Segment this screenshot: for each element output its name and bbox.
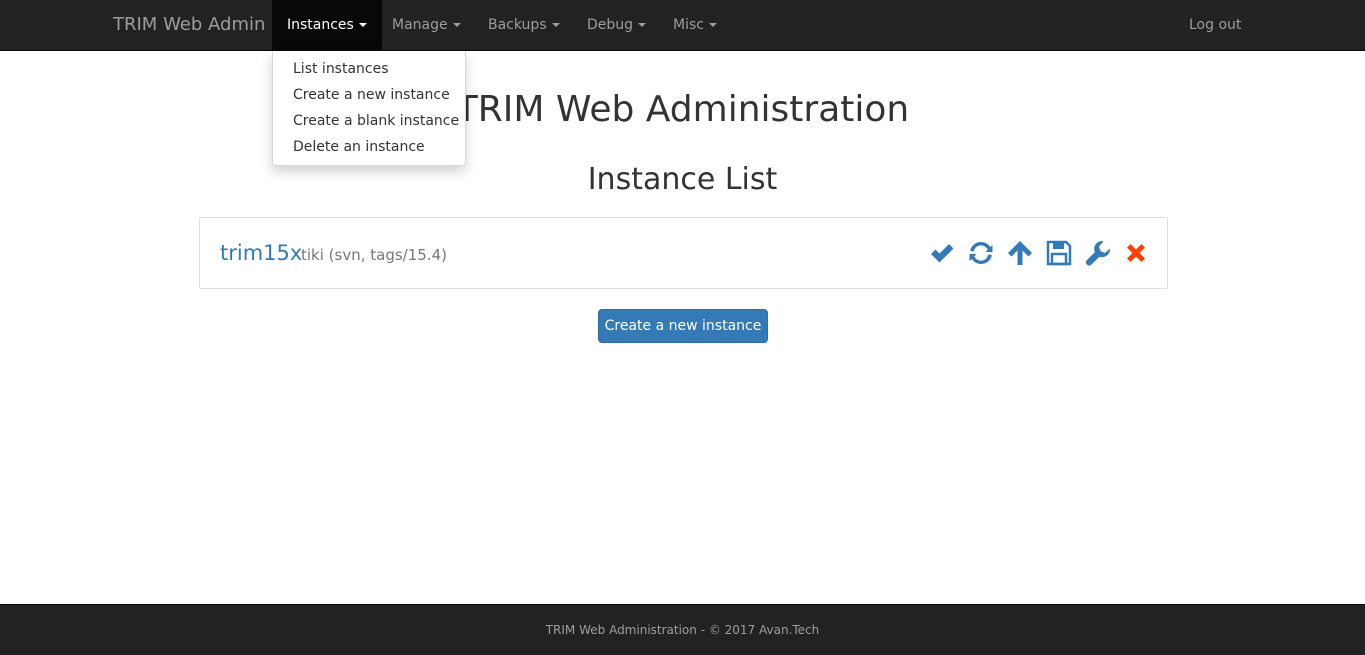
nav-menu-backups[interactable]: Backups [473,0,575,50]
footer-copyright: TRIM Web Administration - © 2017 Avan.Te… [545,623,820,637]
instances-dropdown-menu: List instances Create a new instance Cre… [272,51,466,166]
navbar-brand[interactable]: TRIM Web Admin [113,15,265,35]
nav-menu-manage[interactable]: Manage [377,0,476,50]
menu-item-list-instances[interactable]: List instances [273,56,465,82]
top-navbar: TRIM Web Admin Instances Manage Backups … [0,0,1365,51]
refresh-icon[interactable] [966,238,996,268]
caret-down-icon [638,23,647,27]
nav-menu-misc[interactable]: Misc [658,0,732,50]
menu-item-create-instance[interactable]: Create a new instance [273,82,465,108]
create-instance-button[interactable]: Create a new instance [598,309,768,343]
instance-name-link[interactable]: trim15x [220,240,302,266]
arrow-up-icon[interactable] [1005,238,1035,268]
save-icon[interactable] [1044,238,1074,268]
nav-menu-debug[interactable]: Debug [572,0,661,50]
instance-description: tiki (svn, tags/15.4) [301,246,447,264]
nav-menu-misc-label: Misc [673,17,704,33]
nav-menu-manage-label: Manage [392,17,448,33]
menu-item-delete-instance[interactable]: Delete an instance [273,134,465,160]
delete-x-icon[interactable] [1121,238,1151,268]
caret-down-icon [358,23,367,27]
check-icon[interactable] [927,238,957,268]
footer: TRIM Web Administration - © 2017 Avan.Te… [0,604,1365,655]
caret-down-icon [708,23,717,27]
nav-menu-debug-label: Debug [587,17,634,33]
menu-item-create-blank-instance[interactable]: Create a blank instance [273,108,465,134]
nav-menu-backups-label: Backups [488,17,547,33]
page-title: TRIM Web Administration [455,89,910,130]
nav-menu-instances[interactable]: Instances [272,0,382,50]
caret-down-icon [551,23,560,27]
section-title: Instance List [587,162,778,197]
logout-link[interactable]: Log out [1174,0,1256,50]
instance-list: trim15x tiki (svn, tags/15.4) [199,217,1168,289]
caret-down-icon [452,23,461,27]
wrench-icon[interactable] [1083,238,1113,268]
nav-menu-instances-label: Instances [287,17,354,33]
